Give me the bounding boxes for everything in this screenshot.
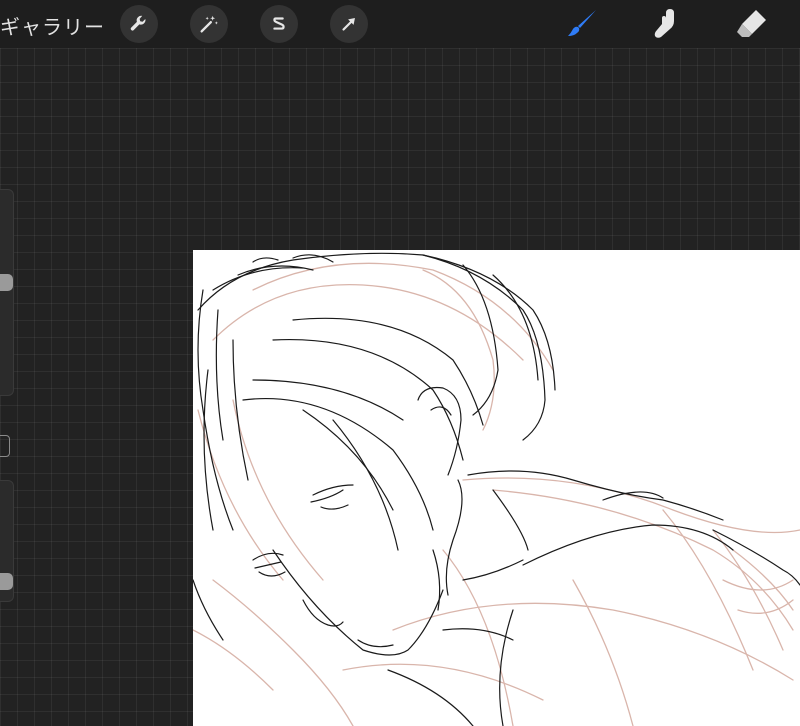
sketch-artwork [193, 252, 800, 726]
arrow-cursor-icon [342, 18, 355, 31]
gallery-button[interactable]: ギャラリー [0, 11, 105, 40]
selection-s-icon [273, 17, 285, 30]
smudge-finger-icon [654, 9, 674, 38]
smudge-tool[interactable] [646, 4, 686, 44]
brush-size-slider[interactable] [0, 189, 14, 396]
paint-brush-tool[interactable] [563, 4, 603, 44]
brush-icon [568, 10, 596, 36]
magic-wand-icon [200, 15, 218, 33]
adjustments-button[interactable] [190, 5, 228, 43]
drawing-canvas[interactable] [193, 250, 800, 726]
left-sidebar [0, 185, 15, 602]
eraser-tool[interactable] [732, 4, 772, 44]
top-toolbar: ギャラリー [0, 0, 800, 48]
selection-button[interactable] [260, 5, 298, 43]
brush-size-slider-thumb[interactable] [0, 273, 13, 291]
wrench-icon [130, 15, 146, 31]
modify-button[interactable] [0, 435, 10, 457]
transform-button[interactable] [330, 5, 368, 43]
eraser-icon [737, 10, 766, 37]
procreate-app: ギャラリー [0, 0, 800, 726]
opacity-slider-thumb[interactable] [0, 572, 13, 590]
actions-button[interactable] [120, 5, 158, 43]
